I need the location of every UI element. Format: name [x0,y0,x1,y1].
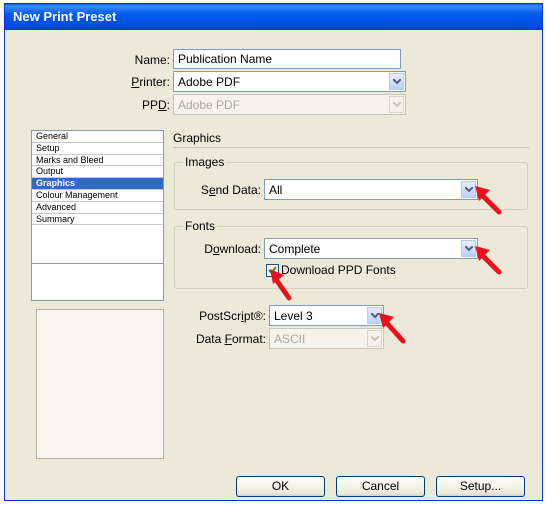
printer-value: Adobe PDF [178,75,241,89]
annotation-arrow-icon [475,186,502,215]
ppd-select: Adobe PDF [173,94,406,115]
name-label: Name: [134,53,170,67]
ppd-value: Adobe PDF [178,98,241,112]
postscript-select[interactable]: Level 3 [269,305,384,326]
annotation-arrow-icon [379,313,406,344]
page-preview [36,309,164,459]
printer-label: Printer: [131,75,170,89]
download-label: Download: [204,242,261,256]
data-format-label: Data Format: [195,332,266,346]
setup-button[interactable]: Setup... [436,476,525,497]
download-value: Complete [269,242,321,256]
annotation-arrow-icon [270,269,292,301]
send-data-label: Send Data: [200,183,261,197]
panel-title: Graphics [173,131,222,145]
postscript-value: Level 3 [274,309,313,323]
annotation-arrow-icon [475,246,502,275]
list-divider [32,263,163,264]
sidebar-item-output[interactable]: Output [32,166,163,179]
ok-button[interactable]: OK [236,476,325,497]
send-data-select[interactable]: All [264,179,478,200]
sidebar-item-marks-and-bleed[interactable]: Marks and Bleed [32,155,163,167]
fonts-group-title: Fonts [183,219,218,233]
cancel-button[interactable]: Cancel [336,476,425,497]
sidebar-item-graphics[interactable]: Graphics [32,178,163,190]
data-format-select: ASCII [269,328,384,349]
sidebar-item-summary[interactable]: Summary [32,214,163,226]
sidebar-item-general[interactable]: General [32,131,163,143]
category-list[interactable]: General Setup Marks and Bleed Output Gra… [31,130,164,301]
ppd-label: PPD: [141,98,170,112]
postscript-label: PostScript®: [199,309,266,323]
chevron-down-icon[interactable] [389,73,404,90]
download-ppd-fonts-label[interactable]: Download PPD Fonts [281,263,396,277]
printer-select[interactable]: Adobe PDF [173,71,406,92]
sidebar-item-setup[interactable]: Setup [32,143,163,155]
send-data-value: All [269,183,283,197]
sidebar-item-advanced[interactable]: Advanced [32,202,163,214]
title-bar[interactable]: New Print Preset [5,4,542,30]
download-select[interactable]: Complete [264,238,478,259]
data-format-value: ASCII [274,332,306,346]
window-title: New Print Preset [13,9,117,24]
new-print-preset-dialog: New Print Preset Name: Publication Name … [4,3,543,501]
images-group-title: Images [183,155,227,169]
panel-title-divider [173,147,529,148]
name-input[interactable]: Publication Name [173,49,401,69]
sidebar-item-colour-management[interactable]: Colour Management [32,190,163,202]
chevron-down-icon [389,96,404,113]
